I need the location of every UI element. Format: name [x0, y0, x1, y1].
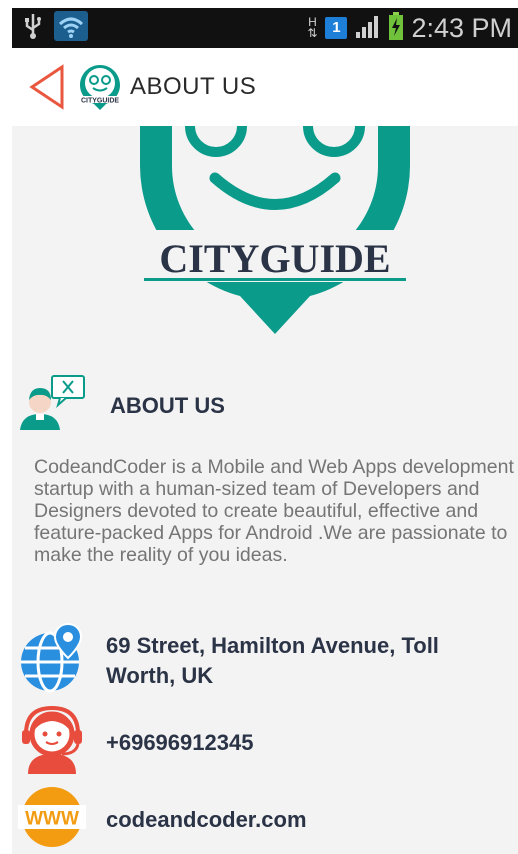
- logo-smile: [209, 172, 341, 210]
- customer-support-icon: [18, 704, 86, 781]
- data-arrows: ⇅: [307, 26, 318, 40]
- support-chat-icon: [18, 372, 88, 439]
- app-logo-icon: CITYGUIDE: [78, 63, 122, 111]
- h-data-icon: H ⇅: [307, 16, 318, 40]
- wifi-icon: [54, 10, 88, 46]
- website-link[interactable]: codeandcoder.com: [106, 805, 476, 835]
- phone-text[interactable]: +69696912345: [106, 728, 476, 758]
- logo-left-eye: [185, 125, 247, 157]
- www-label: WWW: [25, 809, 79, 830]
- app-logo-wordmark: CITYGUIDE: [81, 98, 119, 105]
- main-content: CITYGUIDE ABOUT US CodeandCoder is a Mob…: [12, 125, 518, 854]
- logo-wordmark: CITYGUIDE: [159, 236, 390, 281]
- website-row[interactable]: WWW codeandcoder.com: [18, 786, 476, 853]
- about-description: CodeandCoder is a Mobile and Web Apps de…: [34, 456, 514, 566]
- status-right: H ⇅ 1 2:43 PM: [307, 11, 518, 45]
- battery-charging-icon: [389, 11, 404, 45]
- usb-icon: [22, 12, 44, 45]
- status-time: 2:43 PM: [411, 12, 512, 43]
- about-heading: ABOUT US: [110, 392, 225, 418]
- app-bar: CITYGUIDE ABOUT US: [12, 48, 518, 126]
- cityguide-logo: CITYGUIDE: [130, 125, 420, 341]
- address-row: 69 Street, Hamilton Avenue, Toll Worth, …: [18, 622, 476, 699]
- phone-row[interactable]: +69696912345: [18, 704, 476, 781]
- address-text: 69 Street, Hamilton Avenue, Toll Worth, …: [106, 632, 439, 688]
- signal-icon: [355, 14, 381, 43]
- status-left: [12, 10, 88, 46]
- status-bar: H ⇅ 1 2:43 PM: [12, 8, 518, 48]
- about-header: ABOUT US: [18, 372, 225, 439]
- notification-badge-icon: 1: [325, 17, 348, 39]
- back-triangle-icon[interactable]: [28, 64, 66, 110]
- globe-location-icon: [18, 622, 86, 699]
- www-icon: WWW: [18, 786, 86, 853]
- logo-right-eye: [303, 125, 365, 157]
- page-title: ABOUT US: [130, 73, 257, 100]
